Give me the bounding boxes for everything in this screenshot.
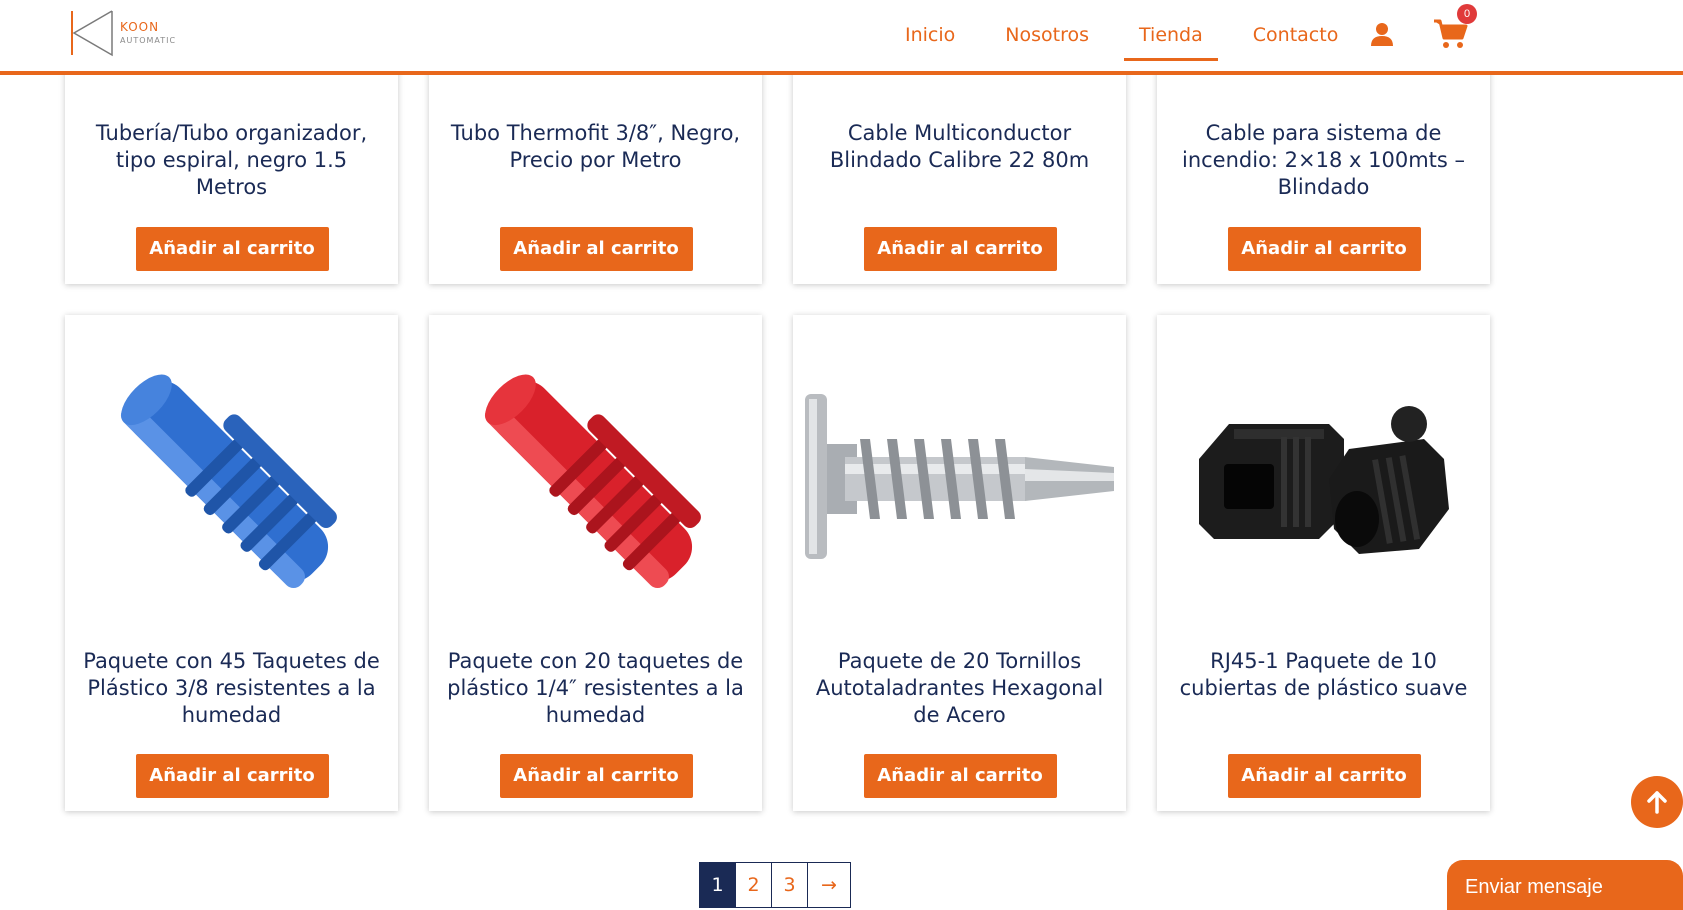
- cart-count-badge: 0: [1457, 4, 1477, 24]
- product-image-self-drilling-screw[interactable]: [805, 329, 1114, 619]
- product-card: RJ45-1 Paquete de 10 cubiertas de plásti…: [1157, 315, 1490, 811]
- product-image-red-wall-plug[interactable]: [441, 329, 750, 619]
- product-title[interactable]: Paquete con 20 taquetes de plástico 1/4″…: [441, 648, 750, 729]
- product-title[interactable]: Cable para sistema de incendio: 2×18 x 1…: [1169, 120, 1478, 201]
- pagination: 1 2 3 →: [699, 862, 851, 908]
- brand-name: KOON: [120, 20, 160, 34]
- add-to-cart-button[interactable]: Añadir al carrito: [499, 754, 693, 798]
- nav-contacto[interactable]: Contacto: [1228, 0, 1364, 71]
- cart-button[interactable]: 0: [1433, 4, 1477, 50]
- product-title[interactable]: Cable Multiconductor Blindado Calibre 22…: [805, 120, 1114, 174]
- brand-subtitle: AUTOMATIC: [120, 36, 177, 45]
- logo[interactable]: KOON AUTOMATIC: [70, 8, 210, 58]
- product-card: Paquete de 20 Tornillos Autotaladrantes …: [793, 315, 1126, 811]
- page-2[interactable]: 2: [735, 862, 772, 908]
- add-to-cart-button[interactable]: Añadir al carrito: [135, 227, 329, 271]
- site-header: KOON AUTOMATIC Inicio Nosotros Tienda Co…: [0, 0, 1683, 75]
- add-to-cart-button[interactable]: Añadir al carrito: [135, 754, 329, 798]
- product-image-blue-wall-plug[interactable]: [77, 329, 386, 619]
- send-message-button[interactable]: Enviar mensaje: [1447, 860, 1683, 910]
- product-title[interactable]: Paquete con 45 Taquetes de Plástico 3/8 …: [77, 648, 386, 729]
- scroll-top-button[interactable]: [1631, 776, 1683, 828]
- page-1[interactable]: 1: [699, 862, 736, 908]
- product-image-black-rj45-boots[interactable]: [1169, 329, 1478, 619]
- add-to-cart-button[interactable]: Añadir al carrito: [1227, 754, 1421, 798]
- main-nav: Inicio Nosotros Tienda Contacto: [880, 0, 1363, 71]
- add-to-cart-button[interactable]: Añadir al carrito: [863, 227, 1057, 271]
- product-title[interactable]: Tubería/Tubo organizador, tipo espiral, …: [77, 120, 386, 201]
- page-3[interactable]: 3: [771, 862, 808, 908]
- logo-mark: [71, 10, 113, 57]
- product-card: Paquete con 45 Taquetes de Plástico 3/8 …: [65, 315, 398, 811]
- product-card: Paquete con 20 taquetes de plástico 1/4″…: [429, 315, 762, 811]
- user-icon[interactable]: [1370, 22, 1394, 46]
- arrow-up-icon: [1647, 791, 1667, 814]
- product-title[interactable]: Tubo Thermofit 3/8″, Negro, Precio por M…: [441, 120, 750, 174]
- nav-nosotros[interactable]: Nosotros: [980, 0, 1114, 71]
- add-to-cart-button[interactable]: Añadir al carrito: [1227, 227, 1421, 271]
- add-to-cart-button[interactable]: Añadir al carrito: [863, 754, 1057, 798]
- product-title[interactable]: RJ45-1 Paquete de 10 cubiertas de plásti…: [1169, 648, 1478, 702]
- product-title[interactable]: Paquete de 20 Tornillos Autotaladrantes …: [805, 648, 1114, 729]
- add-to-cart-button[interactable]: Añadir al carrito: [499, 227, 693, 271]
- next-page-arrow[interactable]: →: [807, 862, 851, 908]
- nav-inicio[interactable]: Inicio: [880, 0, 980, 71]
- nav-tienda[interactable]: Tienda: [1114, 0, 1228, 71]
